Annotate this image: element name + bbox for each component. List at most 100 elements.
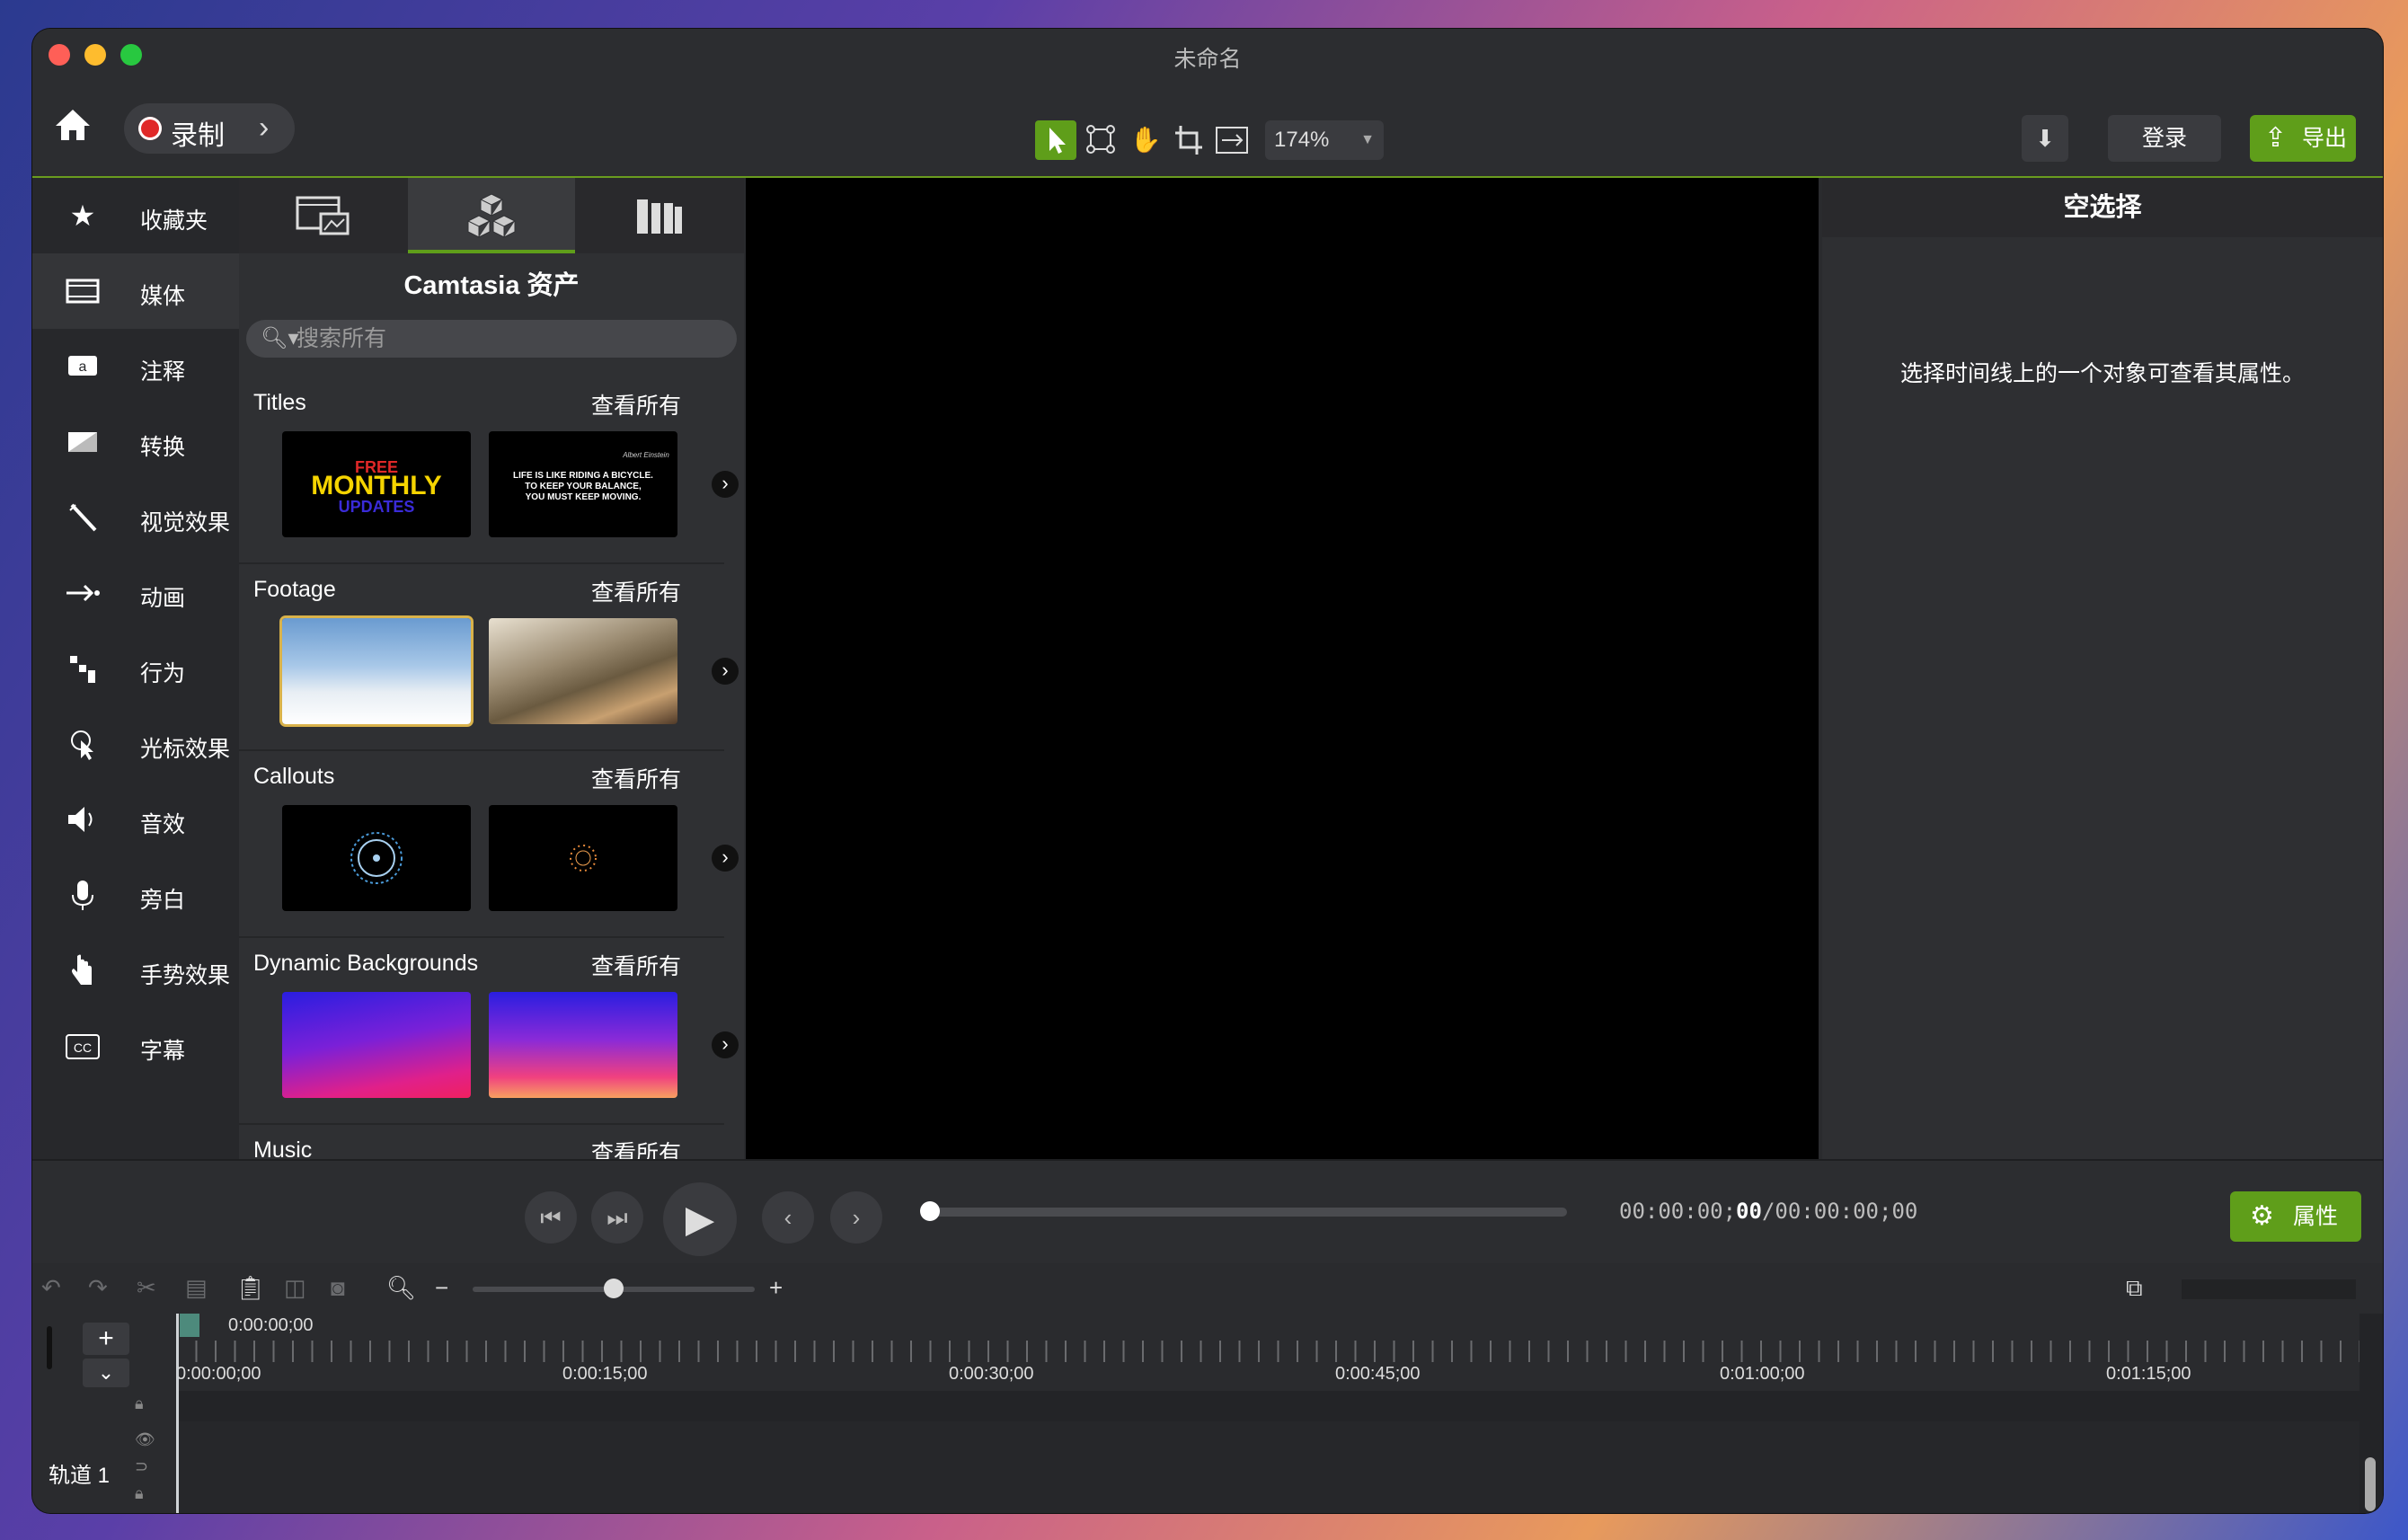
select-tool-button[interactable] [1035, 120, 1076, 160]
pan-tool-button[interactable]: ✋ [1125, 120, 1166, 160]
view-all-link[interactable]: 查看所有 [591, 762, 681, 794]
cut-icon[interactable]: ✂ [137, 1274, 156, 1302]
nav-label: 视觉效果 [140, 510, 231, 535]
chevron-right-icon[interactable]: › [712, 1031, 739, 1058]
bounding-box-icon [1086, 125, 1115, 154]
fit-frame-icon [1216, 127, 1248, 154]
asset-search-input[interactable]: 🔍︎▾ 搜索所有 [246, 320, 737, 358]
split-icon[interactable]: ◫ [284, 1274, 306, 1302]
nav-item-voice-narration[interactable]: 旁白 [32, 857, 239, 933]
asset-thumb-gradient-2[interactable] [489, 992, 677, 1098]
export-button[interactable]: ⇪ 导出 [2250, 115, 2356, 162]
copy-icon[interactable]: ▤ [185, 1274, 208, 1302]
view-all-link[interactable]: 查看所有 [591, 575, 681, 607]
tab-library[interactable] [577, 178, 744, 253]
timecode-current: 00:00:00; [1619, 1199, 1737, 1224]
snapshot-icon[interactable]: ◙ [331, 1274, 345, 1302]
eye-icon[interactable]: 👁︎ [135, 1430, 155, 1449]
zoom-select[interactable]: 174% ▼ [1265, 120, 1384, 160]
edit-points-tool-button[interactable] [1080, 120, 1121, 160]
chevron-right-icon[interactable]: › [259, 111, 269, 146]
nav-item-captions[interactable]: CC 字幕 [32, 1008, 239, 1084]
nav-item-behaviors[interactable]: 行为 [32, 631, 239, 706]
skip-forward-icon: ⏭ [606, 1204, 628, 1231]
nav-item-annotations[interactable]: a 注释 [32, 329, 239, 404]
tab-media-bin[interactable] [239, 178, 406, 253]
view-all-link[interactable]: 查看所有 [591, 388, 681, 420]
record-button[interactable]: 录制 › [124, 103, 295, 154]
nav-item-animations[interactable]: 动画 [32, 555, 239, 631]
closed-caption-icon: CC [65, 1028, 101, 1064]
timeline-ruler[interactable]: 0:00:00;00 0:00:00;00 0:00:15;00 0:00:30… [176, 1314, 2359, 1391]
timeline-vertical-scrollbar[interactable] [2365, 1457, 2376, 1511]
playback-controls: ⏮ ⏭ ▶ ‹ › 00:00:00;00/00:00:00;00 ⚙ 属性 [32, 1159, 2383, 1263]
zoom-in-icon[interactable]: + [769, 1274, 783, 1302]
fit-tool-button[interactable] [1211, 120, 1253, 160]
redo-icon[interactable]: ↷ [88, 1274, 108, 1302]
add-track-button[interactable]: + [83, 1323, 129, 1355]
nav-item-gesture-effects[interactable]: 手势效果 [32, 933, 239, 1008]
download-button[interactable]: ⬇ [2022, 115, 2068, 162]
nav-label: 字幕 [140, 1039, 186, 1064]
transition-icon [65, 424, 101, 460]
nav-item-media[interactable]: 媒体 [32, 253, 239, 329]
record-dot-icon [138, 117, 162, 140]
zoom-out-icon[interactable]: − [435, 1274, 448, 1302]
preview-canvas[interactable] [746, 178, 1819, 1159]
hand-icon: ✋ [1129, 126, 1162, 154]
play-button[interactable]: ▶ [663, 1182, 737, 1256]
detach-timeline-icon[interactable]: ⧉ [2126, 1274, 2143, 1303]
view-all-link[interactable]: 查看所有 [591, 949, 681, 981]
timeline-overview[interactable] [2182, 1279, 2356, 1299]
asset-thumb-gradient-1[interactable] [282, 992, 471, 1098]
nav-item-audio-effects[interactable]: 音效 [32, 782, 239, 857]
asset-thumb-callout-ring[interactable] [282, 805, 471, 911]
crop-tool-button[interactable] [1168, 120, 1209, 160]
asset-thumb-clouds[interactable] [282, 618, 471, 724]
asset-thumb-einstein-quote[interactable]: Albert Einstein LIFE IS LIKE RIDING A BI… [489, 431, 677, 537]
scrubber-knob[interactable] [920, 1201, 940, 1221]
chevron-right-icon: › [852, 1204, 861, 1231]
next-marker-button[interactable]: › [830, 1191, 882, 1244]
chevron-down-icon[interactable]: ⌄ [83, 1359, 129, 1387]
nav-item-visual-effects[interactable]: 视觉效果 [32, 480, 239, 555]
previous-marker-button[interactable]: ‹ [762, 1191, 814, 1244]
chevron-right-icon[interactable]: › [712, 845, 739, 872]
chevron-left-icon: ‹ [783, 1204, 792, 1231]
nav-label: 行为 [140, 661, 186, 686]
asset-section-music: Music 查看所有 [239, 1125, 724, 1166]
asset-thumb-callout-burst[interactable] [489, 805, 677, 911]
magnet-icon[interactable]: ⊃ [135, 1457, 148, 1476]
step-back-button[interactable]: ⏮ [525, 1191, 577, 1244]
nav-item-favorites[interactable]: ★ 收藏夹 [32, 178, 239, 253]
nav-item-cursor-effects[interactable]: 光标效果 [32, 706, 239, 782]
properties-button[interactable]: ⚙ 属性 [2230, 1191, 2361, 1242]
main-toolbar: 录制 › ✋ 174% ▼ ⬇ 登录 ⇪ 导出 [32, 79, 2383, 178]
annotation-icon: a [65, 349, 101, 385]
nav-item-transitions[interactable]: 转换 [32, 404, 239, 480]
crop-icon [1175, 126, 1202, 155]
playhead-time: 0:00:00;00 [228, 1315, 314, 1335]
chevron-right-icon[interactable]: › [712, 471, 739, 498]
login-button[interactable]: 登录 [2108, 115, 2221, 162]
lock-icon[interactable]: 🔒︎ [135, 1484, 144, 1503]
chevron-right-icon[interactable]: › [712, 658, 739, 685]
playhead-handle[interactable] [180, 1314, 199, 1337]
track-height-slider[interactable] [47, 1326, 52, 1369]
nav-label: 收藏夹 [140, 208, 208, 234]
zoom-search-icon[interactable]: 🔍︎ [386, 1274, 416, 1302]
undo-icon[interactable]: ↶ [41, 1274, 61, 1302]
playback-scrubber[interactable] [920, 1201, 1567, 1221]
asset-thumb-monthly-updates[interactable]: FREE MONTHLY UPDATES [282, 431, 471, 537]
zoom-slider-knob[interactable] [604, 1279, 624, 1298]
app-window: 未命名 录制 › ✋ 174% ▼ ⬇ 登录 ⇪ 导出 ★ 收藏夹 媒体 a 注… [32, 29, 2383, 1513]
track-1-lane[interactable] [176, 1421, 2359, 1513]
home-button[interactable] [50, 102, 95, 147]
timeline-zoom-slider[interactable] [473, 1279, 755, 1298]
asset-thumb-mall[interactable] [489, 618, 677, 724]
paste-icon[interactable]: 📋︎ [235, 1274, 265, 1302]
svg-text:a: a [79, 359, 87, 375]
step-forward-button[interactable]: ⏭ [591, 1191, 643, 1244]
tab-library-assets[interactable] [408, 178, 575, 253]
lock-icon[interactable]: 🔒︎ [135, 1394, 144, 1413]
